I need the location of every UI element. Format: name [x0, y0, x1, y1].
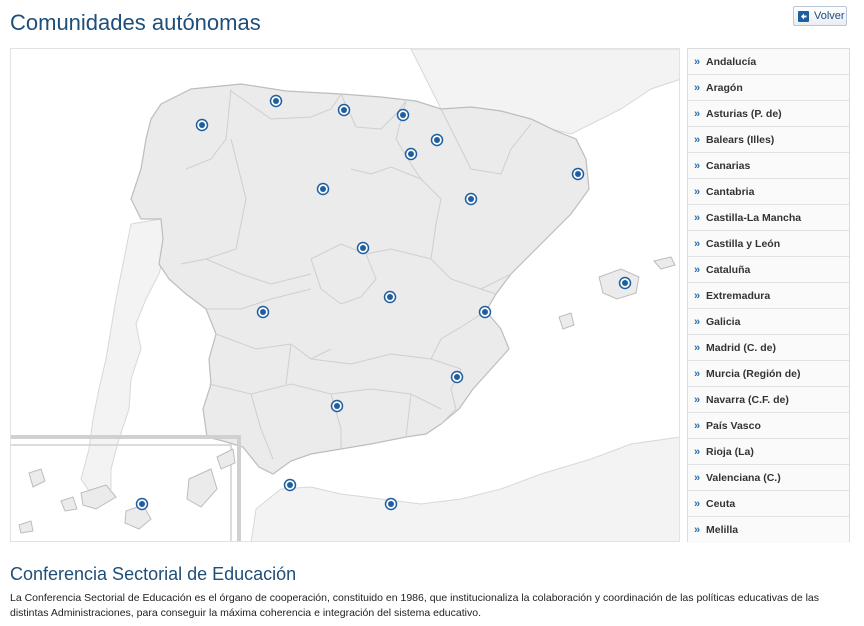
back-label: Volver [814, 10, 845, 22]
region-label: Balears (Illes) [706, 133, 775, 146]
region-item[interactable]: » Ceuta [688, 491, 849, 517]
double-chevron-right-icon: » [694, 393, 701, 406]
region-item[interactable]: » Navarra (C.F. de) [688, 387, 849, 413]
region-label: Valenciana (C.) [706, 471, 781, 484]
marker-cantabria[interactable] [337, 103, 351, 117]
region-item[interactable]: » Asturias (P. de) [688, 101, 849, 127]
region-item[interactable]: » País Vasco [688, 413, 849, 439]
double-chevron-right-icon: » [694, 445, 701, 458]
marker-baleares[interactable] [618, 276, 632, 290]
section-description: La Conferencia Sectorial de Educación es… [10, 592, 820, 619]
marker-asturias[interactable] [269, 94, 283, 108]
back-button[interactable]: Volver [793, 6, 847, 26]
double-chevron-right-icon: » [694, 133, 701, 146]
region-item[interactable]: » Castilla y León [688, 231, 849, 257]
region-label: Asturias (P. de) [706, 107, 782, 120]
region-item[interactable]: » Aragón [688, 75, 849, 101]
double-chevron-right-icon: » [694, 471, 701, 484]
double-chevron-right-icon: » [694, 524, 701, 536]
marker-pais-vasco[interactable] [396, 108, 410, 122]
region-item[interactable]: » Canarias [688, 153, 849, 179]
double-chevron-right-icon: » [694, 419, 701, 432]
region-label: Castilla y León [706, 237, 781, 250]
double-chevron-right-icon: » [694, 289, 701, 302]
marker-navarra[interactable] [430, 133, 444, 147]
region-item[interactable]: » Galicia [688, 309, 849, 335]
region-item[interactable]: » Melilla [688, 517, 849, 543]
double-chevron-right-icon: » [694, 185, 701, 198]
double-chevron-right-icon: » [694, 81, 701, 94]
region-item[interactable]: » Castilla-La Mancha [688, 205, 849, 231]
region-label: Andalucía [706, 55, 757, 68]
marker-ceuta[interactable] [283, 478, 297, 492]
double-chevron-right-icon: » [694, 263, 701, 276]
region-list: » Andalucía » Aragón » Asturias (P. de) » Balea… [687, 48, 850, 543]
region-label: Extremadura [706, 289, 771, 302]
map-svg [11, 49, 679, 541]
region-label: Cataluña [706, 263, 751, 276]
double-chevron-right-icon: » [694, 159, 701, 172]
region-label: Cantabria [706, 185, 755, 198]
double-chevron-right-icon: » [694, 55, 701, 68]
region-label: Murcia (Región de) [706, 367, 801, 380]
double-chevron-right-icon: » [694, 341, 701, 354]
double-chevron-right-icon: » [694, 367, 701, 380]
marker-cataluna[interactable] [571, 167, 585, 181]
marker-valenciana[interactable] [478, 305, 492, 319]
marker-andalucia[interactable] [330, 399, 344, 413]
region-label: Canarias [706, 159, 751, 172]
region-label: Ceuta [706, 497, 736, 510]
marker-castilla-y-leon[interactable] [316, 182, 330, 196]
region-label: Castilla-La Mancha [706, 211, 802, 224]
region-label: Rioja (La) [706, 445, 754, 458]
marker-madrid[interactable] [356, 241, 370, 255]
double-chevron-right-icon: » [694, 237, 701, 250]
region-item[interactable]: » Cantabria [688, 179, 849, 205]
section-title: Conferencia Sectorial de Educación [10, 564, 297, 584]
region-item[interactable]: » Madrid (C. de) [688, 335, 849, 361]
region-label: Aragón [706, 81, 743, 94]
back-arrow-icon [798, 10, 809, 22]
region-label: País Vasco [706, 419, 761, 432]
region-item[interactable]: » Extremadura [688, 283, 849, 309]
marker-galicia[interactable] [195, 118, 209, 132]
page-title: Comunidades autónomas [10, 10, 261, 35]
region-item[interactable]: » Rioja (La) [688, 439, 849, 465]
marker-murcia[interactable] [450, 370, 464, 384]
region-item[interactable]: » Murcia (Región de) [688, 361, 849, 387]
marker-castilla-la-mancha[interactable] [383, 290, 397, 304]
region-label: Melilla [706, 524, 739, 536]
region-label: Madrid (C. de) [706, 341, 776, 354]
spain-map[interactable] [10, 48, 680, 542]
region-label: Navarra (C.F. de) [706, 393, 789, 406]
double-chevron-right-icon: » [694, 107, 701, 120]
double-chevron-right-icon: » [694, 211, 701, 224]
region-label: Galicia [706, 315, 741, 328]
marker-extremadura[interactable] [256, 305, 270, 319]
region-item[interactable]: » Andalucía [688, 49, 849, 75]
region-item[interactable]: » Cataluña [688, 257, 849, 283]
region-item[interactable]: » Valenciana (C.) [688, 465, 849, 491]
marker-aragon[interactable] [464, 192, 478, 206]
double-chevron-right-icon: » [694, 315, 701, 328]
region-item[interactable]: » Balears (Illes) [688, 127, 849, 153]
marker-melilla[interactable] [384, 497, 398, 511]
marker-canarias[interactable] [135, 497, 149, 511]
double-chevron-right-icon: » [694, 497, 701, 510]
marker-rioja[interactable] [404, 147, 418, 161]
